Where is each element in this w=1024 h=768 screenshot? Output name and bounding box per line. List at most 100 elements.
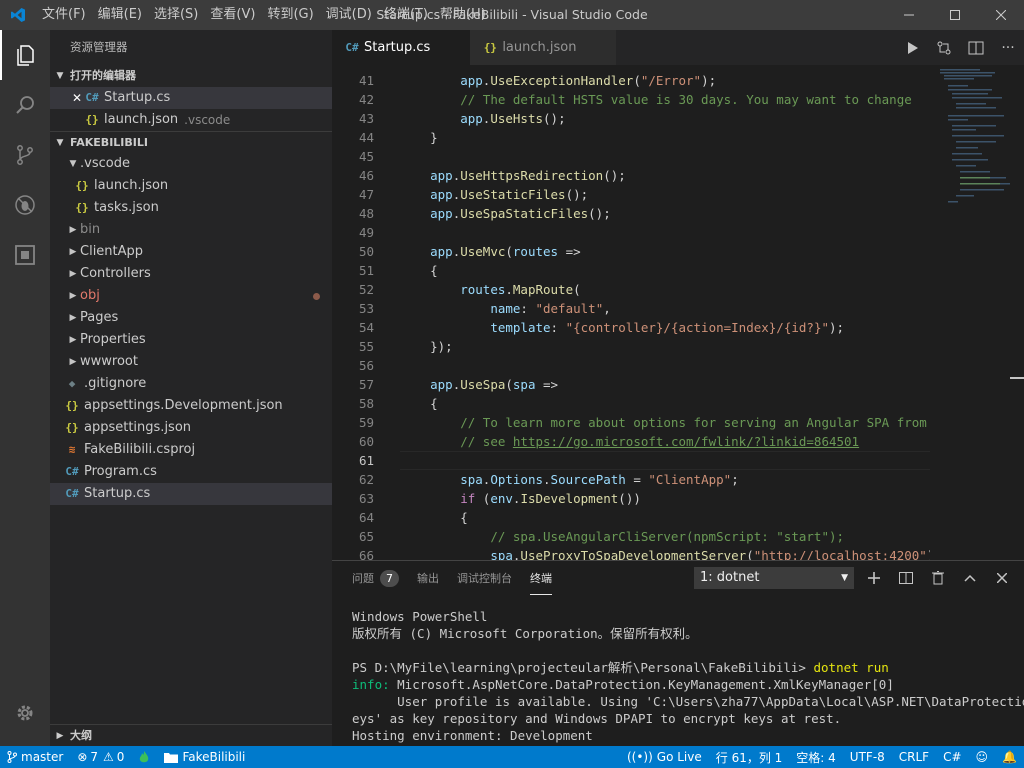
menu-edit[interactable]: 编辑(E): [92, 0, 148, 30]
menu-view[interactable]: 查看(V): [204, 0, 261, 30]
tree-item-label: Controllers: [80, 266, 151, 281]
search-icon: [16, 96, 34, 114]
go-live-button[interactable]: ((•)) Go Live: [620, 746, 709, 768]
tree-item-label: Properties: [80, 332, 146, 347]
branch-status[interactable]: master: [0, 746, 70, 768]
vscode-logo-icon: [0, 0, 36, 30]
tree-item-appsettings[interactable]: {} appsettings.json: [50, 417, 332, 439]
bottom-panel: 问题 7 输出 调试控制台 终端 1: dotnet ▼ Windows Pow…: [332, 560, 1024, 746]
line-number: 43: [358, 111, 374, 126]
tree-item-label: ClientApp: [80, 244, 144, 259]
menu-terminal[interactable]: 终端(T): [378, 0, 434, 30]
cursor-position[interactable]: 行 61，列 1: [709, 746, 790, 768]
split-editor-button[interactable]: [960, 41, 992, 55]
language-mode[interactable]: C#: [936, 746, 968, 768]
open-editor-item[interactable]: ✕ C# Startup.cs: [50, 87, 332, 109]
new-terminal-button[interactable]: [858, 567, 890, 589]
log-level: info:: [352, 677, 398, 692]
tab-startup-cs[interactable]: C# Startup.cs: [332, 30, 471, 65]
menu-help[interactable]: 帮助(H): [434, 0, 492, 30]
prompt: PS D:\MyFile\learning\projecteular解析\Per…: [352, 660, 814, 675]
open-changes-button[interactable]: [928, 40, 960, 56]
tree-item-program-cs[interactable]: C# Program.cs: [50, 461, 332, 483]
tree-item-startup-cs[interactable]: C# Startup.cs: [50, 483, 332, 505]
minimap[interactable]: [940, 65, 1012, 560]
open-editor-desc: .vscode: [184, 113, 231, 127]
close-icon[interactable]: ✕: [70, 87, 84, 109]
line-number: 62: [358, 472, 374, 487]
tree-item-properties[interactable]: ▶ Properties: [50, 329, 332, 351]
folder-status[interactable]: FakeBilibili: [157, 746, 252, 768]
tab-label: 输出: [417, 572, 439, 585]
line-ending[interactable]: CRLF: [892, 746, 936, 768]
extensions-button[interactable]: [0, 230, 50, 280]
code-editor[interactable]: 41 42 43 44 45 46 47 48 49 50 51 52 53 5…: [332, 65, 1024, 560]
settings-button[interactable]: [0, 688, 50, 738]
error-icon: ⊗: [77, 750, 88, 764]
activity-bar: [0, 30, 50, 746]
csharp-icon: C#: [345, 41, 359, 54]
menu-debug[interactable]: 调试(D): [320, 0, 378, 30]
tab-output[interactable]: 输出: [417, 561, 439, 595]
close-panel-button[interactable]: [986, 567, 1018, 589]
indentation[interactable]: 空格: 4: [789, 746, 843, 768]
terminal-output[interactable]: Windows PowerShell 版权所有 (C) Microsoft Co…: [352, 608, 1024, 744]
line-number: 46: [358, 168, 374, 183]
menu-go[interactable]: 转到(G): [261, 0, 319, 30]
chevron-right-icon: ▶: [56, 730, 64, 741]
tree-item-label: .gitignore: [84, 376, 147, 391]
run-button[interactable]: [896, 41, 928, 55]
json-icon: {}: [65, 399, 79, 412]
tab-problems[interactable]: 问题 7: [352, 561, 399, 595]
tab-terminal[interactable]: 终端: [530, 561, 552, 595]
search-button[interactable]: [0, 80, 50, 130]
tree-item-vscode[interactable]: ▼ .vscode: [50, 153, 332, 175]
tree-item-bin[interactable]: ▶ bin: [50, 219, 332, 241]
maximize-panel-button[interactable]: [954, 567, 986, 589]
close-button[interactable]: [978, 0, 1024, 30]
vertical-scrollbar[interactable]: [1010, 65, 1024, 560]
tab-launch-json[interactable]: {} launch.json: [470, 30, 618, 65]
chevron-right-icon: ▶: [69, 313, 77, 323]
modified-dot-icon: [313, 293, 320, 300]
notifications-button[interactable]: 🔔: [995, 746, 1024, 768]
problems-status[interactable]: ⊗ 7 ⚠ 0: [70, 746, 131, 768]
open-editor-item[interactable]: {} launch.json .vscode: [50, 109, 332, 131]
maximize-button[interactable]: [932, 0, 978, 30]
minimize-button[interactable]: [886, 0, 932, 30]
project-header[interactable]: ▼ FAKEBILIBILI: [50, 131, 332, 153]
menu-file[interactable]: 文件(F): [36, 0, 92, 30]
tree-item-label: appsettings.Development.json: [84, 398, 283, 413]
more-actions-button[interactable]: ···: [992, 40, 1024, 56]
tree-item-csproj[interactable]: ≋ FakeBilibili.csproj: [50, 439, 332, 461]
tree-item-tasks-json[interactable]: {} tasks.json: [50, 197, 332, 219]
tree-item-launch-json[interactable]: {} launch.json: [50, 175, 332, 197]
line-number: 44: [358, 130, 374, 145]
open-editors-header[interactable]: ▼ 打开的编辑器: [50, 65, 332, 87]
code-lines[interactable]: app.UseExceptionHandler("/Error"); // Th…: [400, 65, 930, 560]
json-icon: {}: [65, 421, 79, 434]
tree-item-appsettings-dev[interactable]: {} appsettings.Development.json: [50, 395, 332, 417]
feedback-button[interactable]: ☺: [969, 746, 996, 768]
split-terminal-button[interactable]: [890, 567, 922, 589]
tree-item-controllers[interactable]: ▶ Controllers: [50, 263, 332, 285]
tab-debug-console[interactable]: 调试控制台: [457, 561, 512, 595]
encoding[interactable]: UTF-8: [843, 746, 892, 768]
menu-selection[interactable]: 选择(S): [148, 0, 204, 30]
kill-terminal-button[interactable]: [922, 567, 954, 589]
tree-item-label: bin: [80, 222, 101, 237]
tree-item-obj[interactable]: ▶ obj: [50, 285, 332, 307]
terminal-select[interactable]: 1: dotnet ▼: [694, 567, 854, 589]
tree-item-clientapp[interactable]: ▶ ClientApp: [50, 241, 332, 263]
branch-name: master: [21, 750, 64, 764]
tree-item-wwwroot[interactable]: ▶ wwwroot: [50, 351, 332, 373]
source-control-button[interactable]: [0, 130, 50, 180]
explorer-button[interactable]: [0, 30, 50, 80]
tree-item-gitignore[interactable]: ◆ .gitignore: [50, 373, 332, 395]
debug-button[interactable]: [0, 180, 50, 230]
tree-item-pages[interactable]: ▶ Pages: [50, 307, 332, 329]
outline-header[interactable]: ▶ 大纲: [50, 724, 332, 746]
json-icon: {}: [85, 113, 99, 126]
flame-status[interactable]: [131, 746, 157, 768]
